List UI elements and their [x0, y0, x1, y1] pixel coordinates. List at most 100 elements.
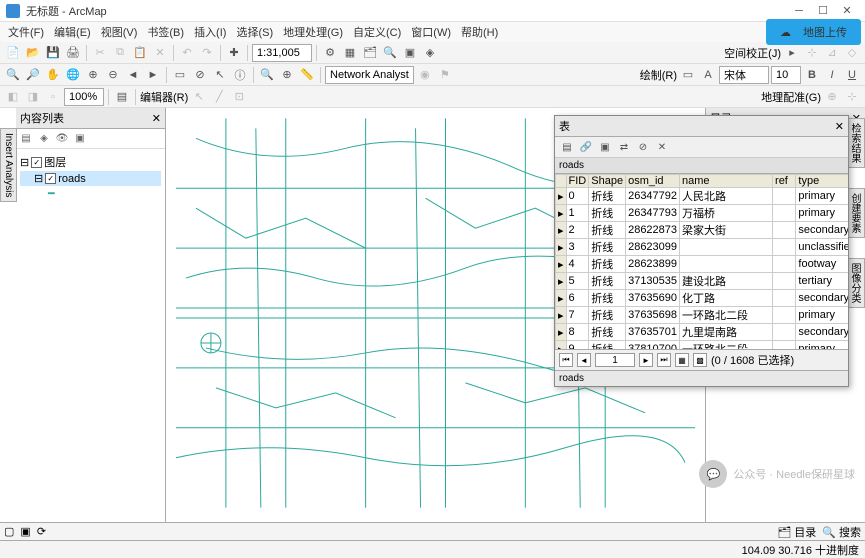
bold-icon[interactable]: B: [803, 66, 821, 84]
menu-file[interactable]: 文件(F): [4, 22, 48, 42]
attribute-table-window[interactable]: 表 ✕ ▤ 🔗 ▣ ⇄ ⊘ ✕ roads FIDShapeosm_idname…: [554, 115, 849, 387]
minimize-button[interactable]: ─: [787, 2, 811, 20]
menu-customize[interactable]: 自定义(C): [349, 22, 405, 42]
attr-related-icon[interactable]: 🔗: [578, 139, 594, 155]
clear-selection-icon[interactable]: ⊘: [191, 66, 209, 84]
fontsize-combo[interactable]: 10: [771, 66, 801, 84]
copy-icon[interactable]: ⧉: [111, 44, 129, 62]
col-header[interactable]: Shape: [589, 175, 626, 188]
bottom-catalog-tab[interactable]: 🗂 目录: [777, 524, 816, 540]
spatial-adjustment-label[interactable]: 空间校正(J): [724, 45, 781, 61]
redo-icon[interactable]: ↷: [198, 44, 216, 62]
toc-icon[interactable]: ▦: [341, 44, 359, 62]
nav-page-input[interactable]: [595, 353, 635, 367]
modelbuilder-icon[interactable]: ◈: [421, 44, 439, 62]
cut-icon[interactable]: ✂: [91, 44, 109, 62]
sa-tool2-icon[interactable]: ⊿: [823, 44, 841, 62]
table-row[interactable]: ▸2折线28622873梁家大街secondary: [556, 222, 849, 239]
toc-close-icon[interactable]: ✕: [152, 112, 161, 125]
font-combo[interactable]: 宋体: [719, 66, 769, 84]
menu-edit[interactable]: 编辑(E): [50, 22, 95, 42]
scale-combo[interactable]: 1:31,005: [252, 44, 312, 62]
menu-window[interactable]: 窗口(W): [407, 22, 455, 42]
open-icon[interactable]: 📂: [24, 44, 42, 62]
delete-icon[interactable]: ✕: [151, 44, 169, 62]
attr-switch-icon[interactable]: ⇄: [616, 139, 632, 155]
save-icon[interactable]: 💾: [44, 44, 62, 62]
table-row[interactable]: ▸7折线37635698一环路北二段primary: [556, 307, 849, 324]
col-header[interactable]: osm_id: [626, 175, 680, 188]
nav-prev-icon[interactable]: ◄: [577, 353, 591, 367]
attr-delete-icon[interactable]: ✕: [654, 139, 670, 155]
col-header[interactable]: name: [680, 175, 773, 188]
menu-geoprocessing[interactable]: 地理处理(G): [279, 22, 347, 42]
table-row[interactable]: ▸0折线26347792人民北路primary: [556, 188, 849, 205]
table-row[interactable]: ▸9折线37810700一环路北二段primary: [556, 341, 849, 350]
text-icon[interactable]: A: [699, 66, 717, 84]
pointer-icon[interactable]: ▸: [783, 44, 801, 62]
ed-3-icon[interactable]: ⊡: [230, 88, 248, 106]
maximize-button[interactable]: ☐: [811, 2, 835, 20]
menu-help[interactable]: 帮助(H): [457, 22, 502, 42]
nav-show-all-icon[interactable]: ▦: [675, 353, 689, 367]
layer-icon[interactable]: ▤: [113, 88, 131, 106]
view-layout-icon[interactable]: ▣: [20, 525, 30, 538]
catalog-icon[interactable]: 🗂: [361, 44, 379, 62]
toc-symbol[interactable]: ━: [20, 186, 161, 201]
georef-label[interactable]: 地理配准(G): [761, 89, 821, 105]
gr-1-icon[interactable]: ⊕: [823, 88, 841, 106]
draw-label[interactable]: 绘制(R): [640, 67, 677, 83]
pan-icon[interactable]: ✋: [44, 66, 62, 84]
menu-insert[interactable]: 插入(I): [190, 22, 230, 42]
t3-3-icon[interactable]: ▫: [44, 88, 62, 106]
col-header[interactable]: type: [796, 175, 848, 188]
paste-icon[interactable]: 📋: [131, 44, 149, 62]
measure-icon[interactable]: 📏: [298, 66, 316, 84]
table-row[interactable]: ▸5折线37130535建设北路tertiary: [556, 273, 849, 290]
network-combo[interactable]: Network Analyst: [325, 66, 414, 84]
new-icon[interactable]: 📄: [4, 44, 22, 62]
gr-2-icon[interactable]: ⊹: [843, 88, 861, 106]
select-elements-icon[interactable]: ↖: [211, 66, 229, 84]
underline-icon[interactable]: U: [843, 66, 861, 84]
toc-list-by-selection-icon[interactable]: ▣: [72, 131, 88, 147]
table-row[interactable]: ▸6折线37635690化丁路secondary: [556, 290, 849, 307]
nav-last-icon[interactable]: ⏭: [657, 353, 671, 367]
full-extent-icon[interactable]: 🌐: [64, 66, 82, 84]
attr-close-icon[interactable]: ✕: [835, 120, 844, 133]
bottom-search-tab[interactable]: 🔍 搜索: [822, 524, 861, 540]
print-icon[interactable]: 🖨: [64, 44, 82, 62]
goto-xy-icon[interactable]: ⊕: [278, 66, 296, 84]
view-data-icon[interactable]: ▢: [4, 525, 14, 538]
back-icon[interactable]: ◄: [124, 66, 142, 84]
python-icon[interactable]: ▣: [401, 44, 419, 62]
select-icon[interactable]: ▭: [171, 66, 189, 84]
close-button[interactable]: ✕: [835, 2, 859, 20]
attr-select-icon[interactable]: ▣: [597, 139, 613, 155]
table-row[interactable]: ▸8折线37635701九里堤南路secondary: [556, 324, 849, 341]
root-checkbox[interactable]: ✓: [31, 157, 42, 168]
fixed-zoom-in-icon[interactable]: ⊕: [84, 66, 102, 84]
col-header[interactable]: FID: [566, 175, 589, 188]
editor-label[interactable]: 编辑器(R): [140, 89, 188, 105]
nav-show-selected-icon[interactable]: ▩: [693, 353, 707, 367]
upload-button[interactable]: ☁地图上传: [766, 19, 861, 45]
fixed-zoom-out-icon[interactable]: ⊖: [104, 66, 122, 84]
toc-root[interactable]: ⊟ ✓ 图层: [20, 153, 161, 171]
forward-icon[interactable]: ►: [144, 66, 162, 84]
toc-list-by-visibility-icon[interactable]: 👁: [54, 131, 70, 147]
attribute-table[interactable]: FIDShapeosm_idnamereftypeoneway ▸0折线2634…: [555, 174, 848, 349]
sa-tool1-icon[interactable]: ⊹: [803, 44, 821, 62]
t3-2-icon[interactable]: ◨: [24, 88, 42, 106]
nav-first-icon[interactable]: ⏮: [559, 353, 573, 367]
table-row[interactable]: ▸4折线28623899footway: [556, 256, 849, 273]
table-row[interactable]: ▸1折线26347793万福桥primary: [556, 205, 849, 222]
sa-tool3-icon[interactable]: ◇: [843, 44, 861, 62]
na-tool1-icon[interactable]: ◉: [416, 66, 434, 84]
toc-layer-roads[interactable]: ⊟ ✓ roads: [20, 171, 161, 186]
left-side-tab[interactable]: Insert Analysis: [0, 128, 17, 202]
search-icon[interactable]: 🔍: [381, 44, 399, 62]
attr-clear-icon[interactable]: ⊘: [635, 139, 651, 155]
zoom-in-icon[interactable]: 🔍: [4, 66, 22, 84]
menu-selection[interactable]: 选择(S): [232, 22, 277, 42]
